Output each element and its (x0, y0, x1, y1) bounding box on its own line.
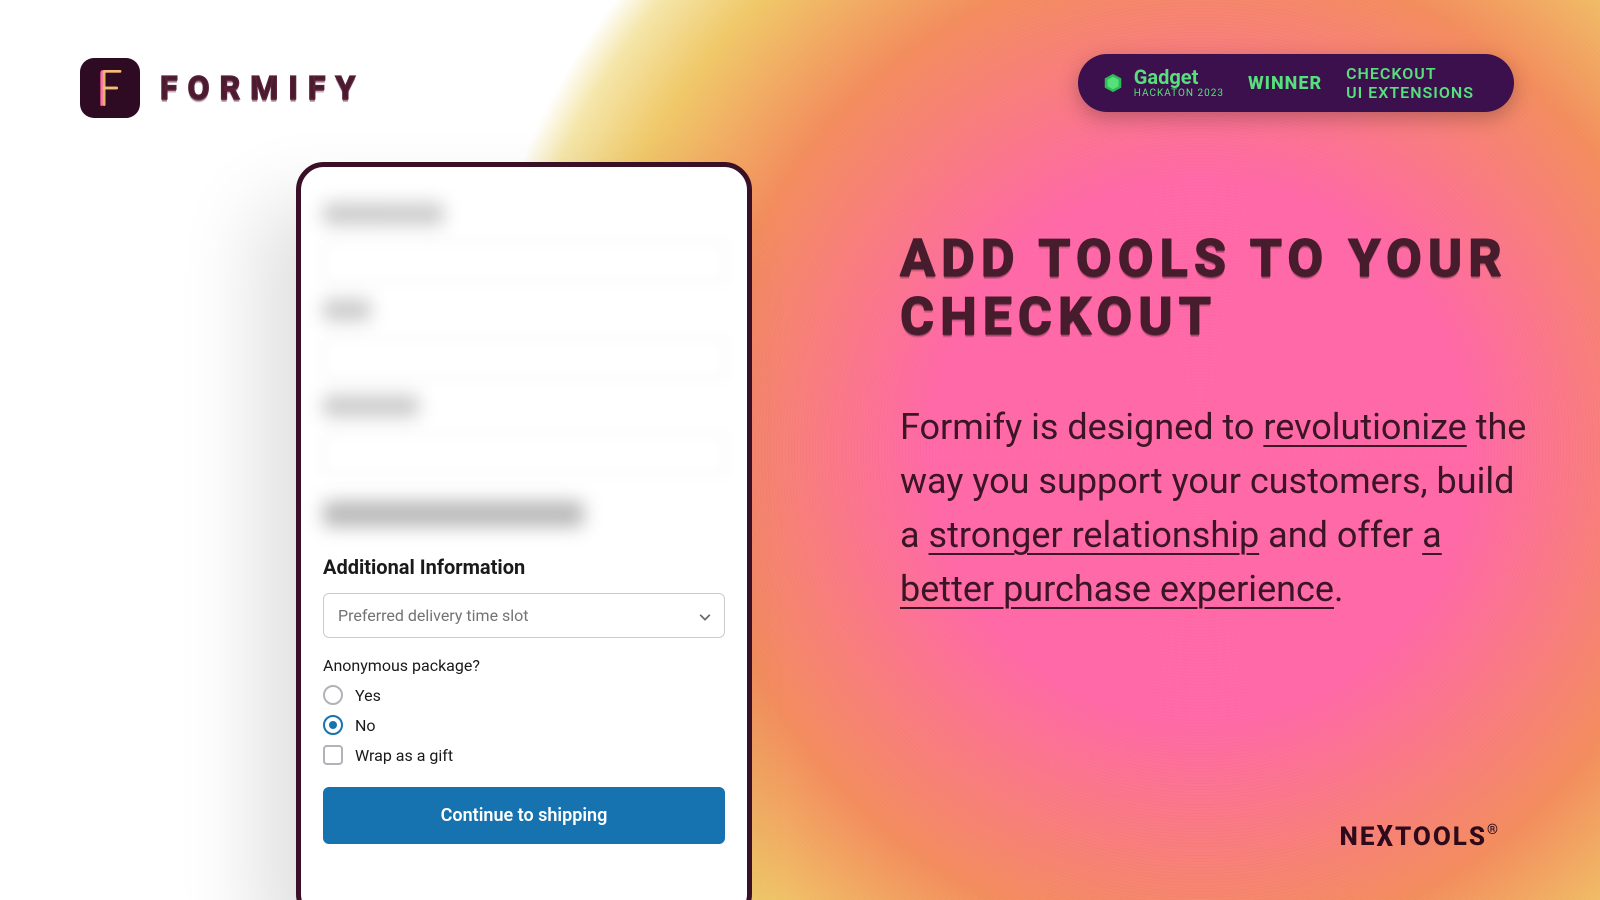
marketing-copy: Formify is designed to revolutionize the… (900, 400, 1540, 616)
badge-gadget-label: Gadget (1134, 67, 1224, 87)
chevron-down-icon (698, 609, 712, 623)
hexagon-icon (1102, 72, 1124, 94)
blurred-field-label (323, 299, 371, 321)
blurred-field-label (323, 395, 419, 417)
blurred-field (323, 337, 725, 379)
blurred-field-label (323, 203, 444, 225)
brand-logo-icon (80, 58, 140, 118)
brand-wordmark: FORMIFY (160, 69, 365, 107)
anon-option-yes[interactable]: Yes (323, 685, 725, 705)
copy-seg: Formify is designed to (900, 406, 1263, 448)
checkbox-icon (323, 745, 343, 765)
blurred-field (323, 241, 725, 283)
checkbox-label: Wrap as a gift (355, 746, 453, 765)
badge-gadget-block: Gadget HACKATON 2023 (1102, 67, 1224, 99)
radio-icon (323, 715, 343, 735)
promo-stage: FORMIFY Gadget HACKATON 2023 WINNER CHEC… (0, 0, 1600, 900)
badge-category-line1: CHECKOUT (1346, 64, 1437, 83)
badge-category-line2: UI EXTENSIONS (1346, 83, 1474, 102)
badge-hackaton-label: HACKATON 2023 (1134, 89, 1224, 99)
checkout-phone-mock: Additional Information Preferred deliver… (296, 162, 752, 900)
radio-label: No (355, 716, 376, 735)
copy-seg: and offer (1259, 514, 1422, 556)
headline: ADD TOOLS TO YOUR CHECKOUT (900, 230, 1520, 346)
radio-icon (323, 685, 343, 705)
badge-category: CHECKOUT UI EXTENSIONS (1346, 64, 1474, 102)
copy-underline: revolutionize (1263, 406, 1466, 448)
wrap-as-gift-checkbox[interactable]: Wrap as a gift (323, 745, 725, 765)
badge-winner-label: WINNER (1248, 73, 1322, 94)
copy-seg: . (1334, 568, 1344, 610)
additional-info-title: Additional Information (323, 555, 725, 579)
award-badge: Gadget HACKATON 2023 WINNER CHECKOUT UI … (1078, 54, 1514, 112)
anonymous-package-label: Anonymous package? (323, 656, 725, 675)
anon-option-no[interactable]: No (323, 715, 725, 735)
footer-company: NEXTOOLS® (1340, 822, 1500, 852)
blurred-field (323, 433, 725, 475)
delivery-slot-select[interactable]: Preferred delivery time slot (323, 593, 725, 638)
brand-logo: FORMIFY (80, 58, 365, 118)
continue-to-shipping-button[interactable]: Continue to shipping (323, 787, 725, 844)
blurred-text-line (323, 501, 584, 527)
delivery-slot-placeholder: Preferred delivery time slot (338, 606, 529, 625)
radio-label: Yes (355, 686, 381, 705)
copy-underline: stronger relationship (929, 514, 1260, 556)
